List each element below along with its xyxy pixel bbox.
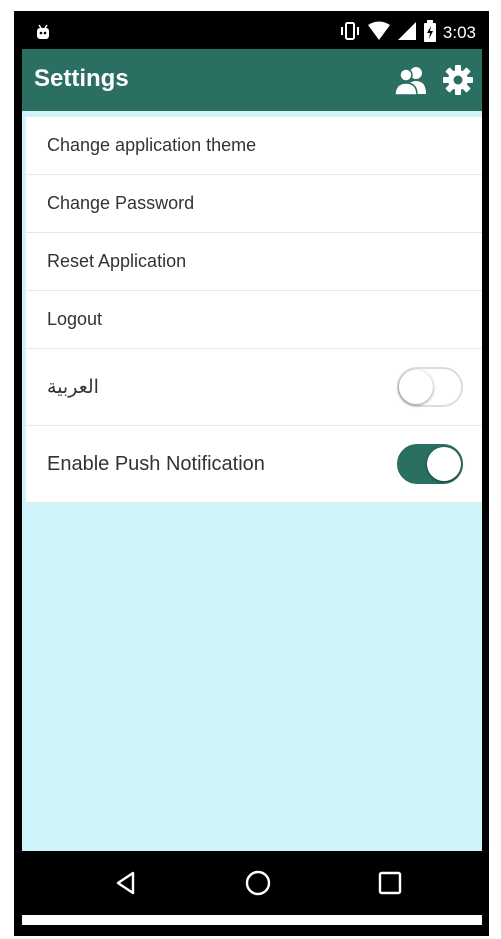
- battery-charging-icon: [423, 19, 437, 47]
- gear-icon[interactable]: [440, 62, 476, 98]
- app-bar-actions: [394, 62, 476, 98]
- wifi-icon: [367, 21, 391, 46]
- reset-application-item[interactable]: Reset Application: [26, 233, 482, 291]
- app-bar: Settings: [22, 49, 482, 111]
- toggle-knob: [399, 370, 433, 404]
- content-area: Change application theme Change Password…: [22, 111, 482, 851]
- back-icon[interactable]: [108, 865, 144, 901]
- status-icons: 3:03: [339, 19, 476, 47]
- arabic-language-label: العربية: [47, 376, 99, 398]
- settings-item-label: Change application theme: [47, 135, 257, 155]
- vibrate-icon: [339, 21, 361, 46]
- push-notification-item: Enable Push Notification: [26, 426, 482, 503]
- users-icon[interactable]: [394, 62, 430, 98]
- settings-item-label: Reset Application: [47, 251, 187, 271]
- change-password-item[interactable]: Change Password: [26, 175, 482, 233]
- bottom-strip: [22, 915, 482, 925]
- push-notification-label: Enable Push Notification: [47, 452, 265, 475]
- logout-item[interactable]: Logout: [26, 291, 482, 349]
- page-title: Settings: [34, 65, 129, 92]
- home-icon[interactable]: [240, 865, 276, 901]
- android-debug-icon: [34, 23, 52, 41]
- settings-item-label: Change Password: [47, 193, 195, 213]
- signal-icon: [397, 21, 417, 46]
- settings-item-label: Logout: [47, 309, 103, 329]
- change-theme-item[interactable]: Change application theme: [26, 117, 482, 175]
- arabic-language-item: العربية: [26, 349, 482, 426]
- toggle-knob: [427, 447, 461, 481]
- status-time: 3:03: [442, 23, 476, 42]
- push-notification-toggle[interactable]: [397, 444, 463, 484]
- screen: 3:03 Settings Change application theme C…: [22, 17, 482, 925]
- navigation-bar: [22, 851, 482, 915]
- settings-list: Change application theme Change Password…: [26, 117, 482, 503]
- arabic-language-toggle[interactable]: [397, 367, 463, 407]
- phone-frame: 3:03 Settings Change application theme C…: [14, 11, 489, 936]
- status-bar: 3:03: [22, 17, 482, 49]
- recents-icon[interactable]: [372, 865, 408, 901]
